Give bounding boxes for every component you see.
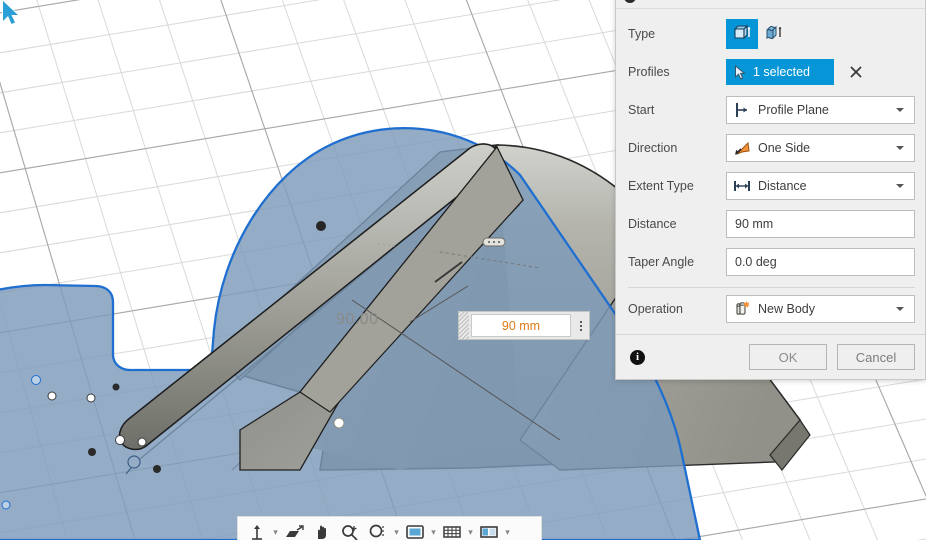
distance-canvas-input[interactable]: 90 mm	[471, 314, 571, 337]
dropdown-caret-icon[interactable]: ▾	[272, 521, 279, 540]
dropdown-caret-icon-5[interactable]: ▾	[504, 521, 511, 540]
row-type: Type	[628, 15, 915, 53]
row-start: Start Profile Plane	[628, 91, 915, 129]
look-at-tool-icon[interactable]	[281, 521, 307, 540]
extrude-drag-handle[interactable]	[482, 237, 506, 247]
cursor-arrow-icon	[735, 64, 746, 80]
row-distance: Distance 90 mm	[628, 205, 915, 243]
cancel-button[interactable]: Cancel	[837, 344, 915, 370]
dropdown-caret-icon-3[interactable]: ▾	[430, 521, 437, 540]
chevron-down-icon-4[interactable]	[896, 307, 904, 311]
dialog-footer: i OK Cancel	[616, 334, 925, 379]
pan-tool-icon[interactable]	[309, 521, 335, 540]
type-option-extrude-straight[interactable]	[726, 19, 758, 49]
distance-label: Distance	[628, 217, 677, 231]
extent-type-value: Distance	[758, 179, 807, 193]
view-navigation-toolbar[interactable]: ▾ ▾ ▾ ▾ ▾	[237, 516, 542, 540]
row-operation: Operation New Body	[628, 290, 915, 328]
chevron-down-icon-3[interactable]	[896, 184, 904, 188]
row-direction: Direction One Side	[628, 129, 915, 167]
overflow-menu-icon[interactable]	[573, 312, 589, 339]
info-icon[interactable]: i	[630, 349, 645, 365]
chevron-down-icon-2[interactable]	[896, 146, 904, 150]
operation-value: New Body	[758, 302, 815, 316]
type-option-extrude-tapered[interactable]	[758, 19, 790, 49]
extrude-feature-icon	[624, 0, 636, 3]
clear-selection-icon[interactable]	[848, 64, 864, 80]
direction-label: Direction	[628, 141, 678, 155]
dialog-title-bar[interactable]: EDIT FEATURE	[616, 0, 925, 9]
new-body-icon	[733, 300, 753, 318]
operation-dropdown[interactable]: New Body	[726, 295, 915, 323]
taper-angle-value: 0.0 deg	[735, 255, 777, 269]
dimension-value-label: 90.00	[336, 311, 379, 328]
ok-button[interactable]: OK	[749, 344, 827, 370]
row-extent-type: Extent Type Distance	[628, 167, 915, 205]
display-settings-icon[interactable]	[402, 521, 428, 540]
fit-tool-icon[interactable]	[365, 521, 391, 540]
start-dropdown[interactable]: Profile Plane	[726, 96, 915, 124]
extent-type-dropdown[interactable]: Distance	[726, 172, 915, 200]
section-divider	[628, 287, 915, 288]
one-side-arrow-icon	[733, 139, 753, 157]
direction-dropdown[interactable]: One Side	[726, 134, 915, 162]
profiles-value: 1 selected	[753, 65, 810, 79]
taper-angle-label: Taper Angle	[628, 255, 695, 269]
profiles-label: Profiles	[628, 65, 670, 79]
distance-value: 90 mm	[735, 217, 774, 231]
type-label: Type	[628, 27, 656, 41]
viewports-icon[interactable]	[476, 521, 502, 540]
profiles-select-button[interactable]: 1 selected	[726, 59, 834, 85]
start-value: Profile Plane	[758, 103, 829, 117]
extent-type-label: Extent Type	[628, 179, 694, 193]
row-taper-angle: Taper Angle 0.0 deg	[628, 243, 915, 281]
grid-snaps-icon[interactable]	[439, 521, 465, 540]
row-profiles: Profiles 1 selected	[628, 53, 915, 91]
orbit-tool-icon[interactable]	[244, 521, 270, 540]
taper-angle-input[interactable]: 0.0 deg	[726, 248, 915, 276]
start-label: Start	[628, 103, 655, 117]
dropdown-caret-icon-4[interactable]: ▾	[467, 521, 474, 540]
dialog-body: Type Profiles 1 selected Start Profile P…	[616, 9, 925, 328]
zoom-tool-icon[interactable]	[337, 521, 363, 540]
distance-input[interactable]: 90 mm	[726, 210, 915, 238]
distance-dimension-icon	[733, 177, 753, 195]
edit-feature-dialog[interactable]: EDIT FEATURE Type	[615, 0, 926, 380]
canvas-dimension-input-box[interactable]: 90 mm	[458, 311, 590, 340]
chevron-down-icon[interactable]	[896, 108, 904, 112]
drag-grip-handle[interactable]	[459, 312, 469, 339]
profile-plane-icon	[733, 101, 753, 119]
fusion-viewport-window: 90.00 90 mm ▾ ▾ ▾ ▾ ▾ Type Profiles 1 se…	[0, 0, 926, 540]
dropdown-caret-icon-2[interactable]: ▾	[393, 521, 400, 540]
direction-value: One Side	[758, 141, 811, 155]
operation-label: Operation	[628, 302, 683, 316]
dialog-title-text: EDIT FEATURE	[643, 0, 729, 3]
